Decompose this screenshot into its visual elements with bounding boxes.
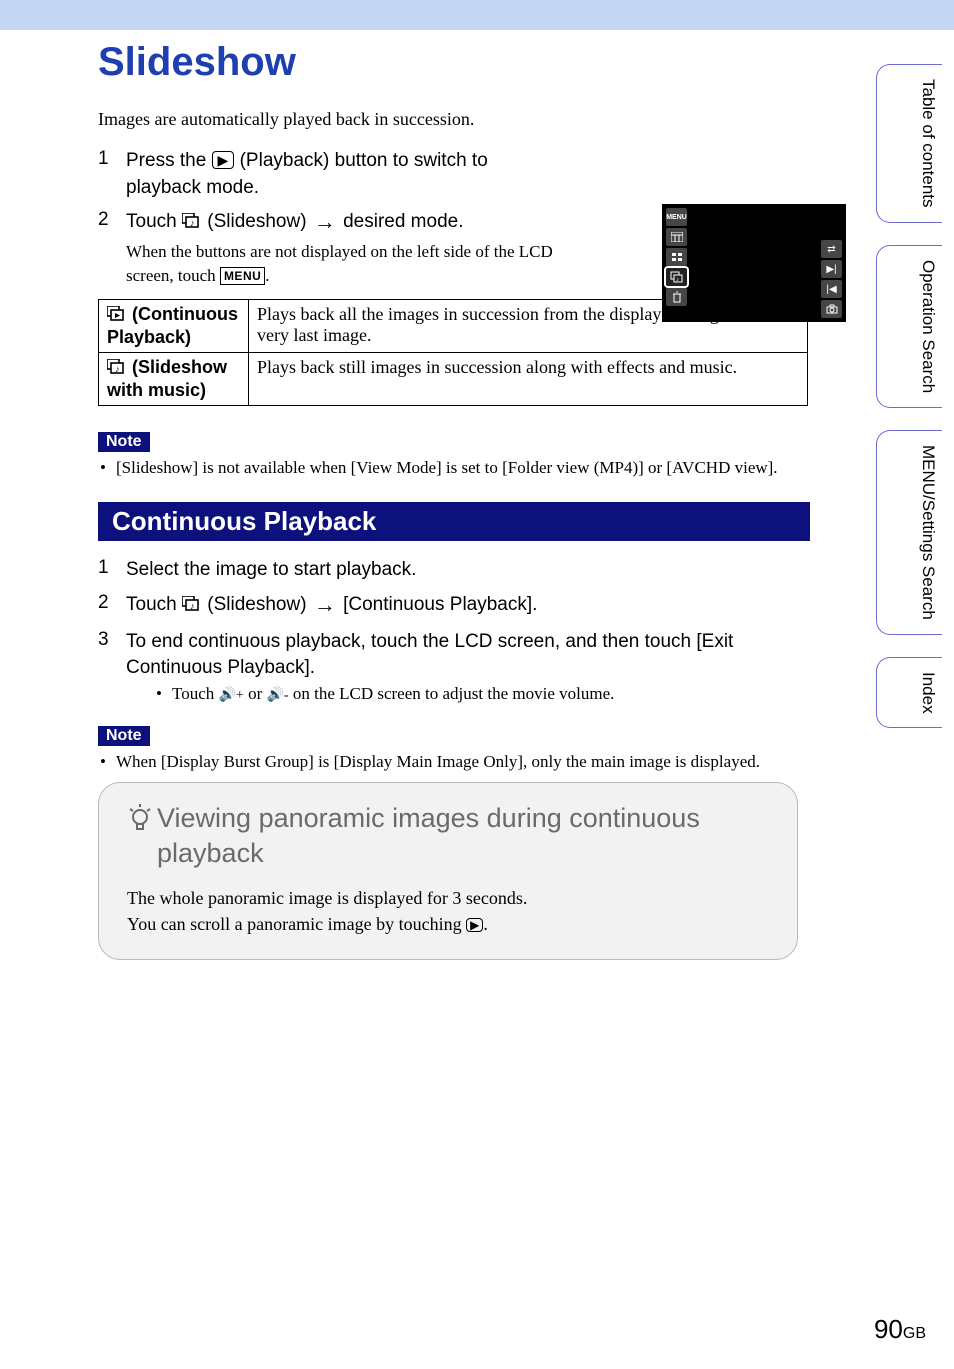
lcd-wide-button[interactable]: ⇄ bbox=[821, 240, 842, 258]
tip-box: Viewing panoramic images during continuo… bbox=[98, 782, 798, 960]
note-label: Note bbox=[98, 726, 150, 746]
tip-line2-post: . bbox=[483, 914, 488, 934]
sub-post: on the LCD screen to adjust the movie vo… bbox=[289, 684, 615, 703]
side-tabs: Table of contents Operation Search MENU/… bbox=[876, 64, 942, 728]
tip-line2: You can scroll a panoramic image by touc… bbox=[127, 911, 773, 937]
bullet-icon: • bbox=[154, 684, 164, 704]
step-cp-2-text: Touch ♪ (Slideshow) → [Continuous Playba… bbox=[126, 592, 818, 621]
volume-down-icon: 🔊- bbox=[267, 687, 289, 704]
tip-title: Viewing panoramic images during continuo… bbox=[127, 801, 773, 871]
header-strip bbox=[0, 0, 954, 30]
svg-text:♪: ♪ bbox=[676, 277, 679, 283]
lcd-right-buttons: ⇄ ▶| |◀ bbox=[821, 240, 842, 318]
step-2-sub-pre: When the buttons are not displayed on th… bbox=[126, 242, 553, 285]
section-heading: Continuous Playback bbox=[98, 502, 810, 541]
step-cp-2-post: [Continuous Playback]. bbox=[338, 594, 538, 615]
step-cp-3-sub-text: Touch 🔊+ or 🔊- on the LCD screen to adju… bbox=[172, 684, 614, 704]
menu-icon: MENU bbox=[220, 267, 265, 286]
step-cp-2-mid: (Slideshow) bbox=[202, 594, 312, 615]
tip-line2-pre: You can scroll a panoramic image by touc… bbox=[127, 914, 466, 934]
row2-desc: Plays back still images in succession al… bbox=[249, 353, 808, 406]
tab-toc[interactable]: Table of contents bbox=[876, 64, 942, 223]
slideshow-music-icon: ♪ bbox=[107, 359, 127, 380]
step-cp-1-text: Select the image to start playback. bbox=[126, 557, 818, 584]
bullet-icon: • bbox=[98, 458, 108, 478]
tab-operation-search[interactable]: Operation Search bbox=[876, 245, 942, 408]
step-cp-3: 3 To end continuous playback, touch the … bbox=[98, 629, 818, 704]
lcd-index-button[interactable] bbox=[666, 248, 687, 266]
tip-line1: The whole panoramic image is displayed f… bbox=[127, 885, 773, 911]
sub-mid: or bbox=[244, 684, 267, 703]
step-number: 2 bbox=[98, 592, 114, 621]
note-2-text: When [Display Burst Group] is [Display M… bbox=[116, 752, 760, 772]
step-cp-2: 2 Touch ♪ (Slideshow) → [Continuous Play… bbox=[98, 592, 818, 621]
playback-icon: ▶ bbox=[212, 151, 235, 169]
lcd-left-buttons: MENU ♪ bbox=[666, 208, 687, 306]
lcd-delete-button[interactable] bbox=[666, 288, 687, 306]
lcd-slideshow-button[interactable]: ♪ bbox=[666, 268, 687, 286]
bullet-icon: • bbox=[98, 752, 108, 772]
note-label: Note bbox=[98, 432, 150, 452]
page-num-value: 90 bbox=[874, 1314, 903, 1344]
step-2: 2 Touch ♪ (Slideshow) → desired mode. Wh… bbox=[98, 209, 558, 287]
lcd-prev-button[interactable]: |◀ bbox=[821, 280, 842, 298]
step-1-text: Press the ▶ (Playback) button to switch … bbox=[126, 148, 558, 201]
step-number: 1 bbox=[98, 148, 114, 201]
volume-up-icon: 🔊+ bbox=[219, 687, 244, 704]
step-cp-1: 1 Select the image to start playback. bbox=[98, 557, 818, 584]
svg-text:♪: ♪ bbox=[190, 218, 195, 228]
row2-label: ♪ (Slideshow with music) bbox=[99, 353, 249, 406]
slideshow-icon: ♪ bbox=[182, 211, 202, 238]
lcd-calendar-button[interactable] bbox=[666, 228, 687, 246]
page-number: 90GB bbox=[874, 1314, 926, 1345]
tip-icon bbox=[127, 803, 153, 871]
step-2-mid: (Slideshow) bbox=[202, 211, 312, 232]
main-content: Slideshow Images are automatically playe… bbox=[98, 40, 818, 960]
step-number: 3 bbox=[98, 629, 114, 704]
page-num-suffix: GB bbox=[903, 1325, 926, 1342]
note-1-text: [Slideshow] is not available when [View … bbox=[116, 458, 778, 478]
step-2-sub: When the buttons are not displayed on th… bbox=[126, 240, 558, 288]
play-icon: ▶ bbox=[466, 918, 483, 932]
step-1: 1 Press the ▶ (Playback) button to switc… bbox=[98, 148, 558, 201]
tip-title-text: Viewing panoramic images during continuo… bbox=[157, 801, 773, 871]
tab-menu-settings[interactable]: MENU/Settings Search bbox=[876, 430, 942, 635]
svg-text:♪: ♪ bbox=[115, 364, 120, 374]
step-cp-3-text: To end continuous playback, touch the LC… bbox=[126, 629, 818, 682]
steps-top: 1 Press the ▶ (Playback) button to switc… bbox=[98, 148, 558, 287]
step-number: 2 bbox=[98, 209, 114, 287]
lcd-preview: MENU ♪ ⇄ ▶| |◀ bbox=[662, 204, 846, 322]
step-2-post: desired mode. bbox=[338, 211, 464, 232]
note-1: • [Slideshow] is not available when [Vie… bbox=[98, 458, 818, 478]
step-cp-2-pre: Touch bbox=[126, 594, 182, 615]
step-2-text: Touch ♪ (Slideshow) → desired mode. bbox=[126, 209, 558, 238]
continuous-playback-icon bbox=[107, 306, 127, 327]
step-1-pre: Press the bbox=[126, 150, 212, 171]
svg-text:♪: ♪ bbox=[190, 601, 195, 611]
note-2: • When [Display Burst Group] is [Display… bbox=[98, 752, 818, 772]
tip-body: The whole panoramic image is displayed f… bbox=[127, 885, 773, 937]
step-2-pre: Touch bbox=[126, 211, 182, 232]
step-2-sub-post: . bbox=[265, 266, 269, 285]
page-title: Slideshow bbox=[98, 40, 818, 85]
table-row: ♪ (Slideshow with music) Plays back stil… bbox=[99, 353, 808, 406]
step-cp-3-sub: • Touch 🔊+ or 🔊- on the LCD screen to ad… bbox=[154, 684, 818, 704]
intro-text: Images are automatically played back in … bbox=[98, 109, 818, 130]
tab-index[interactable]: Index bbox=[876, 657, 942, 729]
sub-pre: Touch bbox=[172, 684, 219, 703]
lcd-next-button[interactable]: ▶| bbox=[821, 260, 842, 278]
lcd-camera-button[interactable] bbox=[821, 300, 842, 318]
step-number: 1 bbox=[98, 557, 114, 584]
slideshow-icon: ♪ bbox=[182, 594, 202, 621]
lcd-menu-button[interactable]: MENU bbox=[666, 208, 687, 226]
row1-label: (Continuous Playback) bbox=[99, 300, 249, 353]
